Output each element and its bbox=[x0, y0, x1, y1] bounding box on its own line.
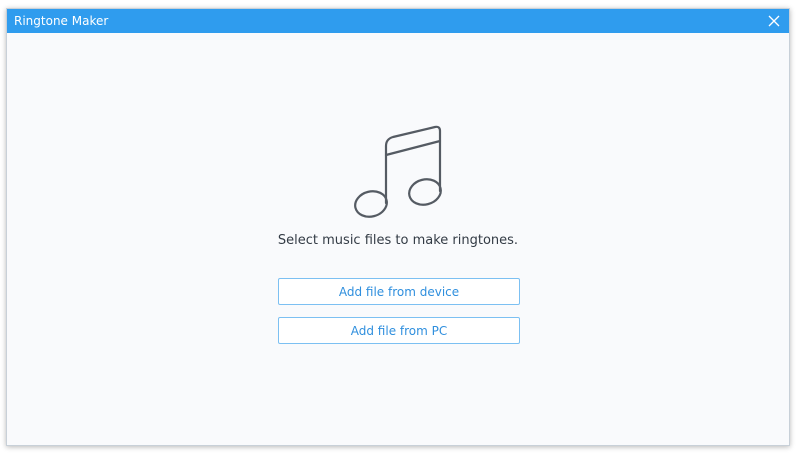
music-note-icon bbox=[354, 125, 442, 218]
ringtone-maker-window: Ringtone Maker Select music files to mak… bbox=[6, 8, 790, 446]
add-file-from-device-button[interactable]: Add file from device bbox=[278, 278, 520, 305]
title-bar: Ringtone Maker bbox=[7, 9, 789, 33]
window-title: Ringtone Maker bbox=[14, 14, 109, 28]
close-icon bbox=[768, 15, 780, 27]
close-button[interactable] bbox=[759, 9, 789, 33]
add-file-from-pc-button[interactable]: Add file from PC bbox=[278, 317, 520, 344]
instruction-text: Select music files to make ringtones. bbox=[277, 233, 519, 248]
